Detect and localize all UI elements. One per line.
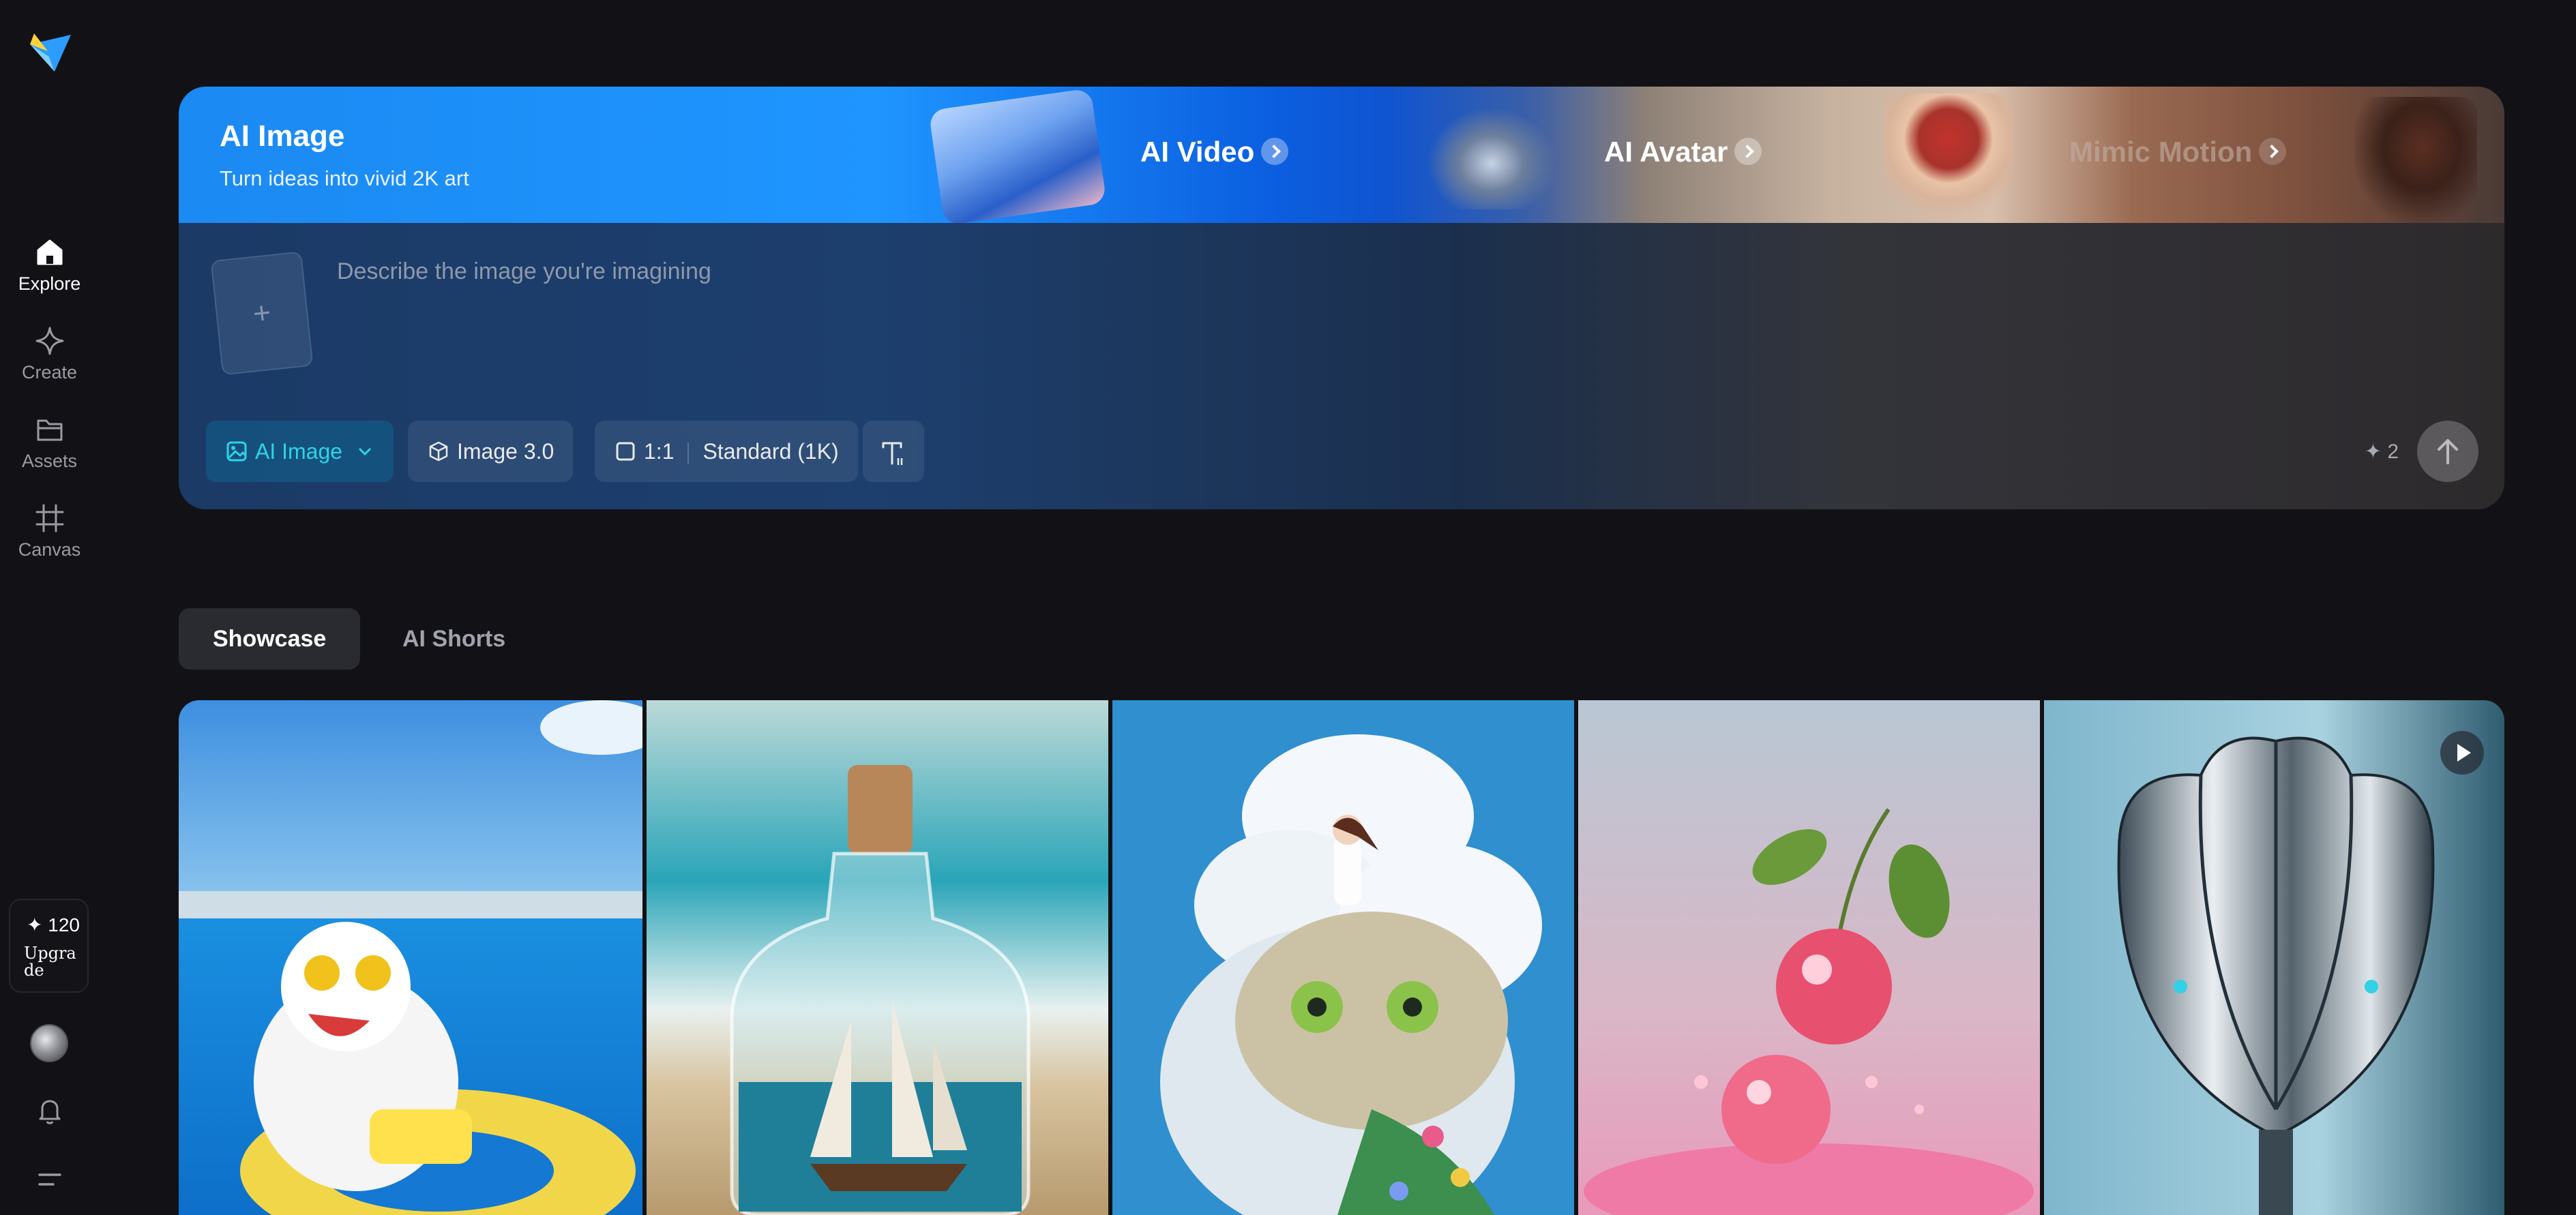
girl-cat-clouds-image	[1112, 700, 1574, 1215]
nav-assets[interactable]: Assets	[0, 412, 99, 472]
ship-bottle-image	[647, 700, 1108, 1215]
gallery-item[interactable]	[647, 700, 1108, 1215]
ai-avatar-link[interactable]: AI Avatar	[1604, 136, 1762, 168]
tab-showcase[interactable]: Showcase	[179, 608, 361, 670]
text-style-button[interactable]	[863, 421, 924, 482]
chrome-tulip-image	[2044, 700, 2504, 1215]
crop-icon	[35, 504, 63, 532]
hero-card: AI Image Turn ideas into vivid 2K art AI…	[179, 87, 2504, 509]
folder-icon	[37, 419, 62, 441]
gallery-item[interactable]	[1578, 700, 2040, 1215]
divider	[687, 442, 690, 464]
nav-assets-label: Assets	[21, 451, 78, 471]
tab-ai-shorts[interactable]: AI Shorts	[368, 608, 539, 670]
quality-label: Standard (1K)	[702, 439, 839, 464]
credits-count: ✦ 120	[27, 914, 80, 935]
hero-title: AI Image	[220, 119, 345, 153]
credits-upgrade-box[interactable]: ✦ 120 Upgrade	[9, 899, 89, 993]
square-icon	[616, 442, 635, 461]
nav-canvas-label: Canvas	[18, 539, 81, 560]
ai-video-link[interactable]: AI Video	[1140, 136, 1289, 168]
mimic-motion-label: Mimic Motion	[2069, 136, 2253, 168]
generation-cost: ✦ 2	[2364, 440, 2399, 463]
play-icon[interactable]	[2440, 731, 2484, 775]
prompt-input[interactable]	[336, 250, 2112, 292]
gallery-item[interactable]	[179, 700, 642, 1215]
mimic-motion-link[interactable]: Mimic Motion	[2069, 136, 2287, 168]
text-style-icon	[882, 442, 903, 465]
plus-icon: +	[251, 295, 273, 331]
model-label: Image 3.0	[457, 439, 554, 464]
cherries-splash-image	[1578, 700, 2040, 1215]
feature-banner: AI Image Turn ideas into vivid 2K art AI…	[179, 87, 2504, 226]
upgrade-label: Upgrade	[24, 944, 76, 980]
ratio-quality-select[interactable]: 1:1 Standard (1K)	[595, 421, 858, 482]
cat-pool-image	[179, 700, 642, 1215]
menu-icon[interactable]	[33, 1162, 67, 1197]
ai-video-thumbnail	[928, 88, 1107, 226]
chevron-right-icon	[1734, 137, 1762, 165]
ai-avatar-label: AI Avatar	[1604, 136, 1728, 168]
ai-avatar-thumbnail	[1427, 107, 1556, 209]
ai-video-label: AI Video	[1140, 136, 1255, 168]
arrow-up-icon	[2438, 439, 2458, 464]
nav-create-label: Create	[21, 362, 78, 382]
mimic-motion-thumbnail	[1884, 93, 2013, 223]
upload-reference-button[interactable]: +	[210, 251, 314, 376]
prompt-area: + AI Image Image 3.0 1:1 Standard (1K)	[179, 223, 2504, 509]
bell-icon[interactable]	[33, 1094, 67, 1128]
mode-select[interactable]: AI Image	[206, 421, 394, 482]
nav-explore[interactable]: Explore	[0, 235, 99, 295]
avatar[interactable]	[30, 1024, 68, 1062]
gallery-item[interactable]	[1112, 700, 1574, 1215]
mode-label: AI Image	[255, 439, 343, 464]
image-icon	[226, 441, 247, 462]
cube-icon	[429, 441, 448, 461]
sidebar: Explore Create Assets Canvas ✦ 120 Upgra…	[0, 0, 99, 1215]
app-logo-icon[interactable]	[27, 31, 74, 77]
model-select[interactable]: Image 3.0	[408, 421, 574, 482]
chevron-right-icon	[1261, 137, 1289, 165]
ratio-label: 1:1	[644, 439, 675, 464]
showcase-gallery	[179, 700, 2504, 1215]
nav-create[interactable]: Create	[0, 324, 99, 383]
home-icon	[37, 239, 62, 265]
chevron-right-icon	[2259, 137, 2287, 165]
generate-button[interactable]	[2417, 421, 2478, 482]
nav-explore-label: Explore	[18, 273, 81, 294]
gallery-item-video[interactable]	[2044, 700, 2504, 1215]
mimic-motion-figure	[2354, 97, 2477, 223]
sparkle-icon	[35, 327, 63, 355]
chevron-down-icon	[358, 447, 372, 455]
hero-subtitle: Turn ideas into vivid 2K art	[220, 166, 469, 190]
nav-canvas[interactable]: Canvas	[0, 501, 99, 560]
